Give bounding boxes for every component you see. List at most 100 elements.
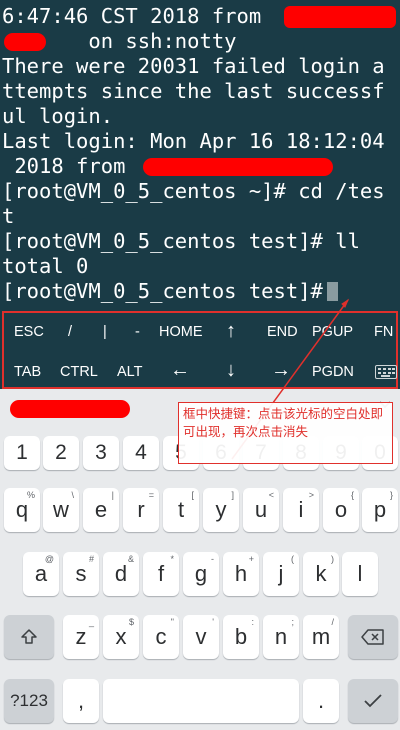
key-hint: ) [331,554,334,564]
pgup-key[interactable]: PGUP [312,322,353,342]
key-label: w [53,497,69,522]
key-label: r [137,497,145,522]
up-arrow-key[interactable]: ↑ [226,321,236,341]
key-hint: & [127,554,134,564]
key-label: a [34,561,48,586]
key-k[interactable]: k) [303,552,339,596]
shift-key[interactable] [4,615,54,659]
key-label: j [278,561,284,586]
key-hint: ] [231,490,234,500]
key-label: v [195,624,207,649]
key-q[interactable]: q% [4,488,40,532]
key-x[interactable]: x $ [103,615,139,659]
enter-key[interactable] [348,679,398,723]
key-hint: _ [88,617,94,627]
key-i[interactable]: i > [283,488,319,532]
keyboard-icon[interactable] [375,365,397,379]
ctrl-key[interactable]: CTRL [60,362,98,382]
key-label: h [234,561,248,586]
key-3[interactable]: 3 [83,436,119,470]
left-arrow-key[interactable]: ← [170,360,190,380]
period-key[interactable]: . [303,679,339,723]
comma-key[interactable]: , [63,679,99,723]
key-z[interactable]: z _ [63,615,99,659]
key-label: d [114,561,128,586]
right-arrow-key[interactable]: → [271,360,291,380]
key-label: k [315,561,327,586]
key-y[interactable]: y] [203,488,239,532]
key-j[interactable]: j( [263,552,299,596]
key-s[interactable]: s # [63,552,99,596]
key-b[interactable]: b: [223,615,259,659]
alt-key[interactable]: ALT [117,362,143,382]
redaction-mark [10,400,130,418]
key-t[interactable]: t[ [163,488,199,532]
symbols-key[interactable]: ?123 [4,679,54,723]
slash-key[interactable]: / [68,322,72,342]
key-hint: % [26,490,35,500]
key-label: x [115,624,127,649]
dash-key[interactable]: - [135,322,140,342]
terminal-prompt-text: [root@VM_0_5_centos test]# [2,279,323,303]
fn-key[interactable]: FN [374,322,393,342]
key-label: p [373,497,387,522]
annotation-note: 框中快捷键：点击该光标的空白处即可出现，再次点击消失 [178,402,393,464]
key-label: u [254,497,268,522]
space-bar[interactable] [103,679,299,723]
key-1[interactable]: 1 [4,436,40,470]
esc-key[interactable]: ESC [14,322,44,342]
tab-key[interactable]: TAB [14,362,41,382]
redaction-mark [4,33,46,51]
key-h[interactable]: h + [223,552,259,596]
terminal-line: Last login: Mon Apr 16 18:12:04 [2,129,385,153]
key-label: f [157,561,165,586]
key-a[interactable]: a @ [23,552,59,596]
key-m[interactable]: m / [303,615,339,659]
key-g[interactable]: g- [183,552,219,596]
down-arrow-key[interactable]: ↓ [226,360,236,380]
extra-keys-bar: ESC / | - HOME ↑ END PGUP FN TAB CTRL AL… [2,311,398,389]
terminal-cursor[interactable] [326,282,338,301]
home-key[interactable]: HOME [159,322,203,342]
key-label: z [75,624,87,649]
key-c[interactable]: c " [143,615,179,659]
key-hint: * [170,554,174,564]
key-label: t [177,497,185,522]
key-f[interactable]: f * [143,552,179,596]
key-2[interactable]: 2 [43,436,79,470]
key-hint: / [331,617,334,627]
key-4[interactable]: 4 [123,436,159,470]
key-o[interactable]: o{ [323,488,359,532]
terminal-line: There were 20031 failed login a [2,54,385,78]
pipe-key[interactable]: | [103,322,107,342]
key-hint: @ [44,554,54,564]
backspace-key[interactable] [348,615,398,659]
key-label: o [334,497,348,522]
key-u[interactable]: u < [243,488,279,532]
key-label: n [274,624,288,649]
key-hint: " [170,617,174,627]
terminal-screen[interactable]: 6:47:46 CST 2018 from on ssh:notty There… [0,0,400,312]
key-hint: # [88,554,94,564]
terminal-line: ul login. [2,104,114,128]
key-w[interactable]: w \ [43,488,79,532]
key-hint: ; [291,617,294,627]
key-hint: ( [291,554,294,564]
redaction-mark [284,6,396,28]
terminal-line: [root@VM_0_5_centos ~]# cd /tes [2,179,385,203]
enter-check-icon [364,694,382,708]
key-d[interactable]: d & [103,552,139,596]
key-p[interactable]: p} [362,488,398,532]
terminal-line: [root@VM_0_5_centos test]# ll [2,229,360,253]
end-key[interactable]: END [267,322,298,342]
key-r[interactable]: r = [123,488,159,532]
key-l[interactable]: l [342,552,378,596]
terminal-line: t [2,204,15,228]
key-v[interactable]: v ' [183,615,219,659]
key-n[interactable]: n; [263,615,299,659]
key-label: s [75,561,87,586]
key-hint: \ [71,490,74,500]
key-e[interactable]: e | [83,488,119,532]
key-label: q [15,497,29,522]
pgdn-key[interactable]: PGDN [312,362,354,382]
